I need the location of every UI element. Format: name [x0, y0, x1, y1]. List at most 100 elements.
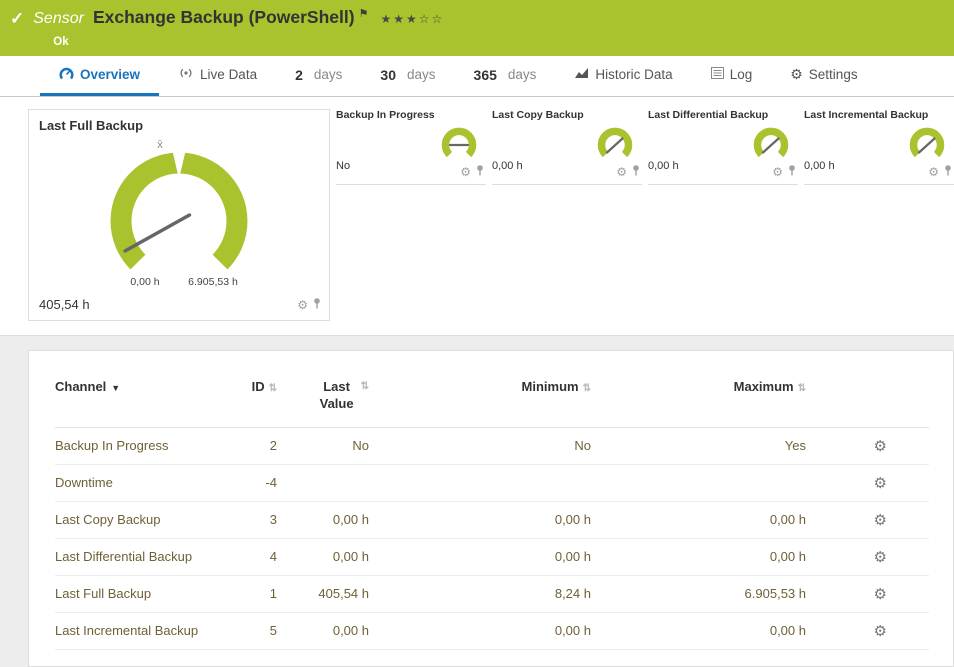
tab-365-days[interactable]: 365 days	[455, 56, 556, 96]
channel-table-panel: Channel▼ ID⇅ Last Value⇅ Minimum⇅ Maximu…	[28, 350, 954, 667]
main-gauge-title: Last Full Backup	[39, 118, 319, 133]
channel-id: 4	[225, 538, 277, 575]
channel-minimum: 0,00 h	[369, 501, 591, 538]
column-header-minimum[interactable]: Minimum⇅	[369, 367, 591, 427]
channel-id: 5	[225, 612, 277, 649]
channel-link[interactable]: Downtime	[55, 464, 225, 501]
main-gauge-value: 405,54 h	[39, 297, 90, 312]
tab-bar: Overview Live Data 2 days 30 days 365 da…	[0, 56, 954, 97]
sensor-kind-label: Sensor	[33, 10, 84, 28]
tab-overview[interactable]: Overview	[40, 56, 159, 96]
small-gauge-tile: Last Incremental Backup 0,00 h ⚙	[804, 109, 954, 185]
channel-maximum: 6.905,53 h	[591, 575, 806, 612]
gear-icon[interactable]: ⚙	[616, 166, 627, 178]
channel-link[interactable]: Last Full Backup	[55, 575, 225, 612]
sort-icon[interactable]: ⇅	[361, 381, 369, 392]
tab-live-data-label: Live Data	[200, 67, 257, 82]
table-header-row: Channel▼ ID⇅ Last Value⇅ Minimum⇅ Maximu…	[55, 367, 929, 427]
column-header-id[interactable]: ID⇅	[225, 367, 277, 427]
channel-settings-icon[interactable]: ⚙	[874, 623, 887, 640]
channel-id: 2	[225, 427, 277, 464]
channel-last-value: 0,00 h	[277, 538, 369, 575]
channel-settings-icon[interactable]: ⚙	[874, 475, 887, 492]
small-gauge-value: 0,00 h	[648, 160, 679, 172]
tab-2-days[interactable]: 2 days	[276, 56, 361, 96]
mean-marker-icon: x̄	[157, 139, 163, 151]
tab-365-days-unit: days	[508, 67, 537, 82]
sort-icon[interactable]: ⇅	[798, 383, 806, 394]
log-icon	[711, 67, 724, 82]
sort-icon[interactable]: ⇅	[269, 383, 277, 394]
sensor-header: ✓ Sensor Exchange Backup (PowerShell) ⚑ …	[0, 0, 954, 56]
historic-data-icon	[574, 67, 589, 82]
channel-minimum: 8,24 h	[369, 575, 591, 612]
main-gauge: x̄ 0,00 h 6.905,53 h	[89, 133, 269, 295]
channel-minimum: No	[369, 427, 591, 464]
main-gauge-tile: Last Full Backup x̄ 0,00 h 6.905,53 h 40…	[28, 109, 330, 321]
tab-historic-data-label: Historic Data	[595, 67, 672, 82]
channel-settings-icon[interactable]: ⚙	[874, 438, 887, 455]
column-header-maximum[interactable]: Maximum⇅	[591, 367, 806, 427]
tab-settings[interactable]: ⚙ Settings	[771, 56, 876, 96]
channel-last-value: 405,54 h	[277, 575, 369, 612]
channel-link[interactable]: Last Incremental Backup	[55, 612, 225, 649]
tab-30-days-unit: days	[407, 67, 436, 82]
settings-gear-icon: ⚙	[790, 66, 803, 83]
small-gauge-title: Last Incremental Backup	[804, 109, 954, 121]
small-gauge-tile: Last Copy Backup 0,00 h ⚙	[492, 109, 642, 185]
tab-settings-label: Settings	[809, 67, 858, 82]
tab-overview-label: Overview	[80, 67, 140, 82]
pin-icon[interactable]	[788, 163, 796, 181]
sensor-title-block: Sensor Exchange Backup (PowerShell) ⚑ ★★…	[33, 7, 444, 50]
channel-last-value	[277, 464, 369, 501]
table-row: Last Copy Backup 3 0,00 h 0,00 h 0,00 h …	[55, 501, 929, 538]
flag-icon[interactable]: ⚑	[359, 7, 369, 20]
channel-settings-icon[interactable]: ⚙	[874, 549, 887, 566]
table-row: Last Full Backup 1 405,54 h 8,24 h 6.905…	[55, 575, 929, 612]
channel-table: Channel▼ ID⇅ Last Value⇅ Minimum⇅ Maximu…	[55, 367, 929, 650]
channel-maximum	[591, 464, 806, 501]
channel-settings-icon[interactable]: ⚙	[874, 586, 887, 603]
tab-log-label: Log	[730, 67, 753, 82]
channel-link[interactable]: Last Copy Backup	[55, 501, 225, 538]
pin-icon[interactable]	[476, 163, 484, 181]
overview-icon	[59, 67, 74, 83]
status-ok-icon: ✓	[10, 9, 24, 29]
gear-icon[interactable]: ⚙	[297, 299, 308, 311]
channel-maximum: 0,00 h	[591, 612, 806, 649]
channel-link[interactable]: Last Differential Backup	[55, 538, 225, 575]
column-header-settings	[806, 367, 929, 427]
tab-30-days-number: 30	[380, 67, 396, 83]
channel-settings-icon[interactable]: ⚙	[874, 512, 887, 529]
priority-stars[interactable]: ★★★☆☆	[380, 12, 444, 26]
gear-icon[interactable]: ⚙	[928, 166, 939, 178]
tab-30-days[interactable]: 30 days	[361, 56, 454, 96]
column-header-last-value[interactable]: Last Value⇅	[277, 367, 369, 427]
channel-link[interactable]: Backup In Progress	[55, 427, 225, 464]
channel-maximum: 0,00 h	[591, 501, 806, 538]
channel-minimum: 0,00 h	[369, 538, 591, 575]
live-data-icon	[178, 67, 194, 82]
sort-icon[interactable]: ⇅	[583, 383, 591, 394]
pin-icon[interactable]	[313, 296, 321, 314]
gauge-max-label: 6.905,53 h	[188, 276, 238, 288]
tab-log[interactable]: Log	[692, 56, 772, 96]
channel-minimum: 0,00 h	[369, 612, 591, 649]
sort-desc-icon[interactable]: ▼	[111, 383, 120, 393]
tab-365-days-number: 365	[474, 67, 497, 83]
tab-2-days-unit: days	[314, 67, 343, 82]
channel-maximum: Yes	[591, 427, 806, 464]
gear-icon[interactable]: ⚙	[772, 166, 783, 178]
small-gauge-value: 0,00 h	[804, 160, 835, 172]
channel-id: 1	[225, 575, 277, 612]
pin-icon[interactable]	[944, 163, 952, 181]
tab-historic-data[interactable]: Historic Data	[555, 56, 691, 96]
tab-2-days-number: 2	[295, 67, 303, 83]
channel-id: -4	[225, 464, 277, 501]
gear-icon[interactable]: ⚙	[460, 166, 471, 178]
tab-live-data[interactable]: Live Data	[159, 56, 276, 96]
channel-last-value: 0,00 h	[277, 501, 369, 538]
pin-icon[interactable]	[632, 163, 640, 181]
column-header-channel[interactable]: Channel▼	[55, 367, 225, 427]
small-gauge-title: Last Copy Backup	[492, 109, 642, 121]
